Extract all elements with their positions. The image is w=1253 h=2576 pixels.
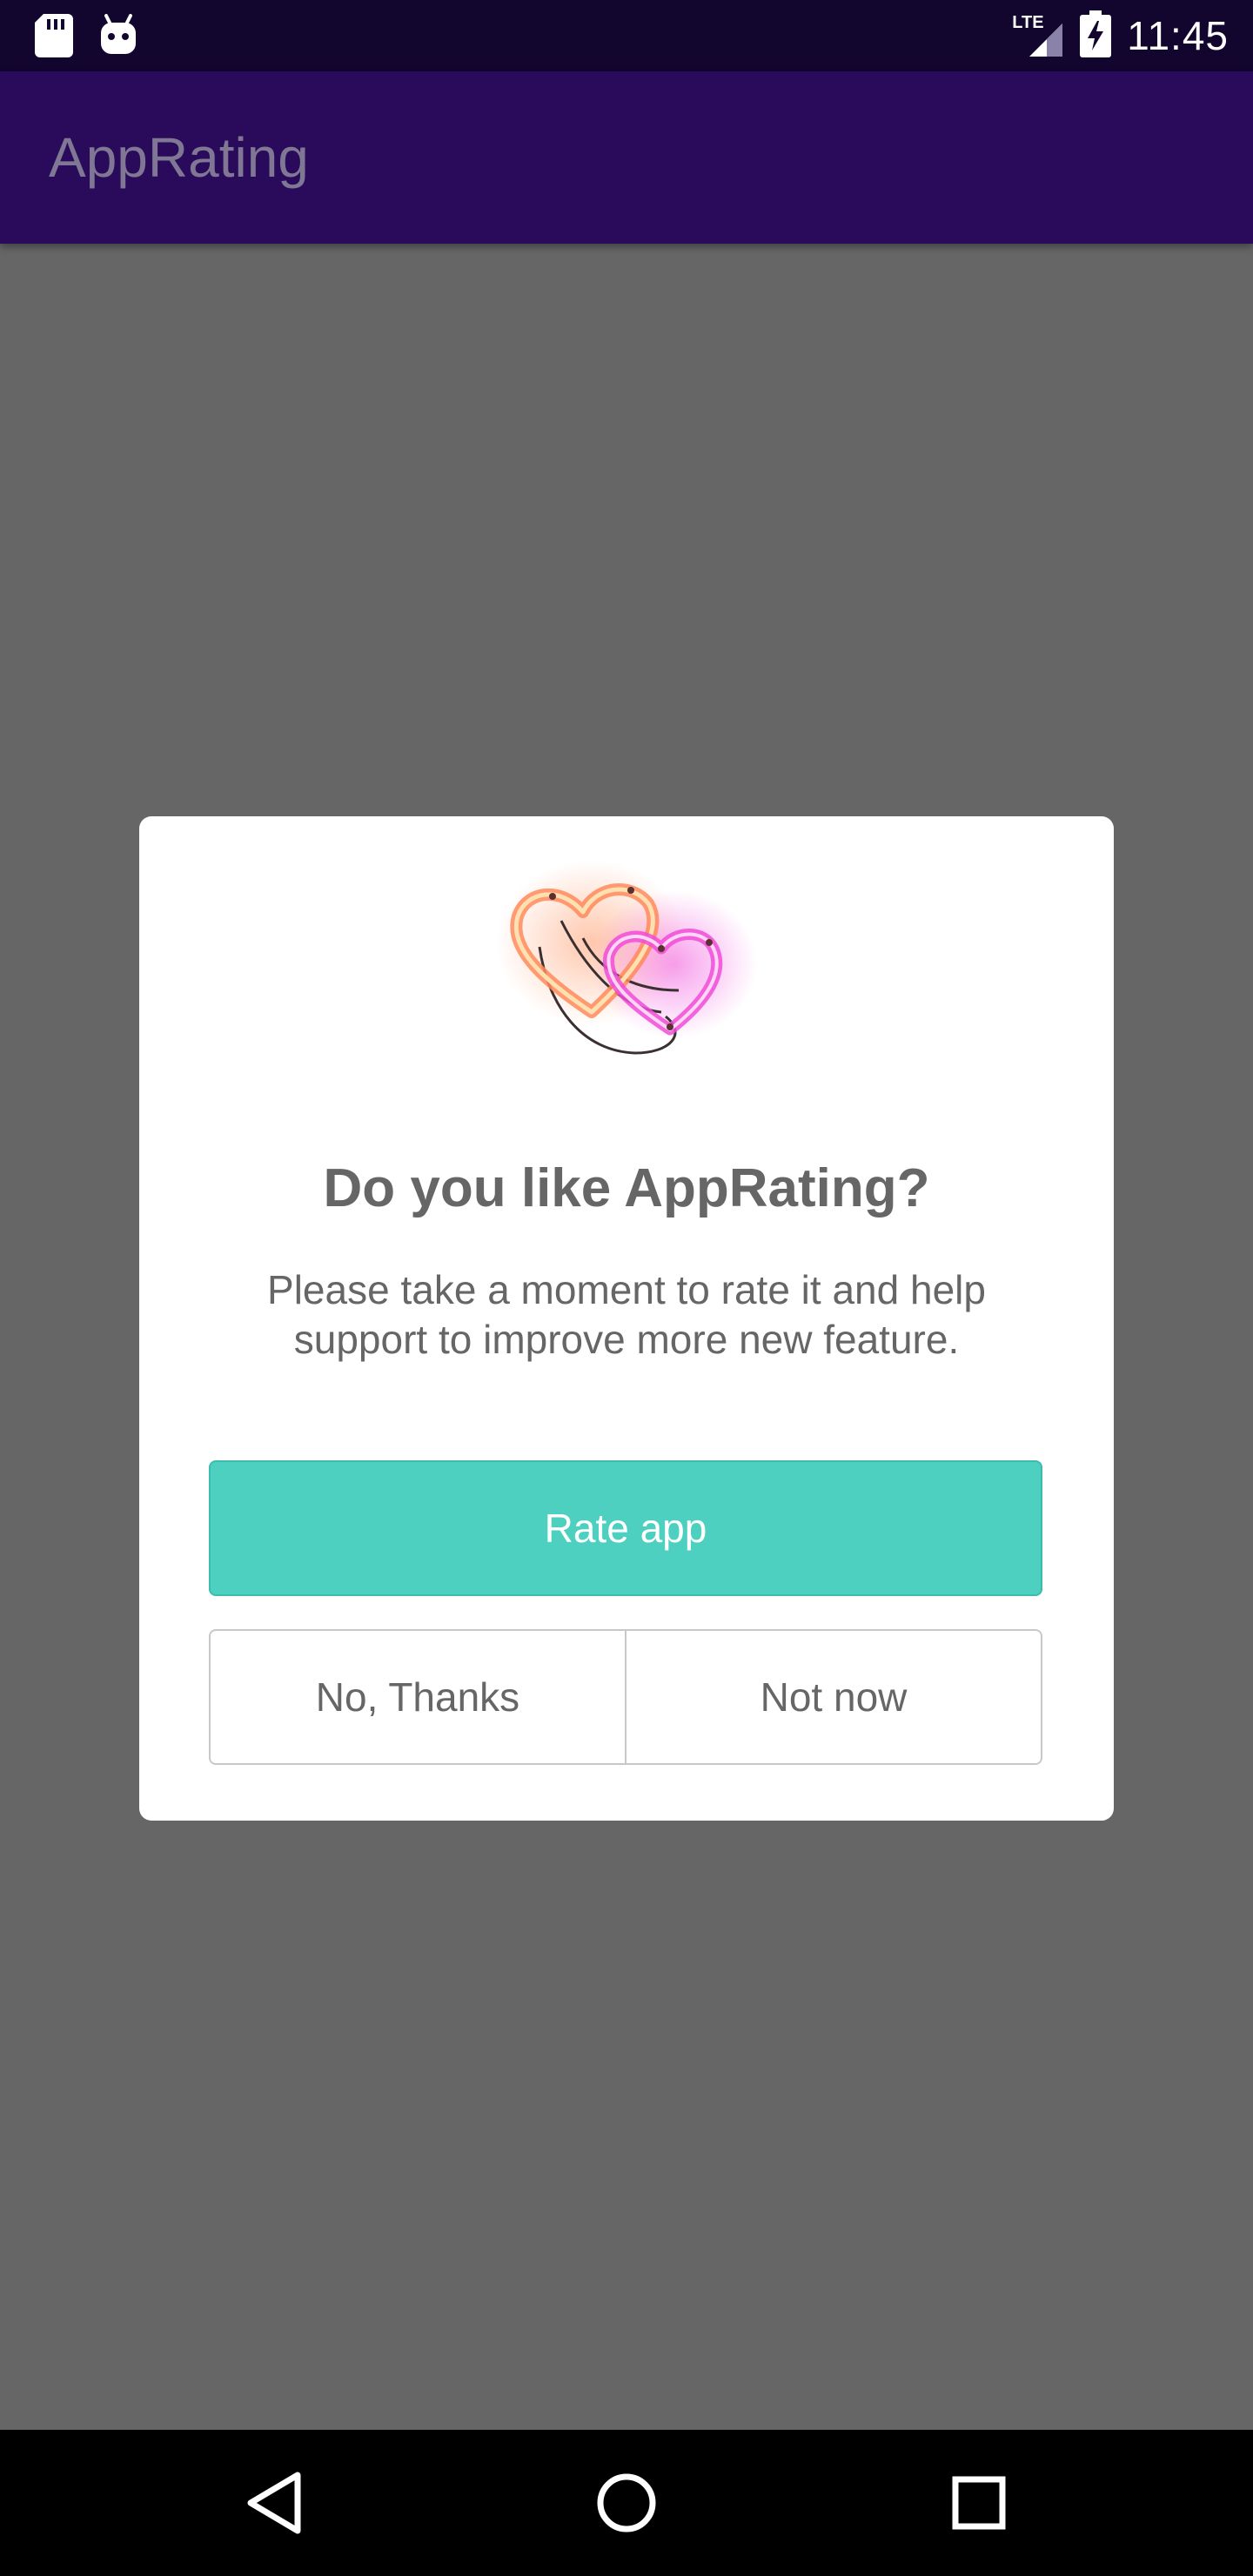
home-icon[interactable] xyxy=(583,2459,670,2546)
status-right-icons: LTE 11:45 xyxy=(1012,0,1229,71)
android-icon xyxy=(99,14,137,62)
dialog-message-line-1: Please take a moment to rate it and help xyxy=(267,1267,986,1312)
not-now-button[interactable]: Not now xyxy=(626,1631,1041,1763)
status-time: 11:45 xyxy=(1127,13,1229,58)
status-left-icons xyxy=(35,14,137,62)
battery-charging-icon xyxy=(1080,10,1112,62)
app-bar: AppRating xyxy=(0,71,1253,244)
neon-hearts-icon xyxy=(487,860,766,1077)
navigation-bar xyxy=(0,2430,1253,2576)
secondary-buttons-row: No, Thanks Not now xyxy=(209,1629,1042,1765)
dialog-title: Do you like AppRating? xyxy=(323,1158,930,1218)
back-icon[interactable] xyxy=(231,2459,318,2546)
status-bar: LTE 11:45 xyxy=(0,0,1253,71)
no-thanks-button[interactable]: No, Thanks xyxy=(211,1631,626,1763)
app-title: AppRating xyxy=(49,126,309,189)
signal-icon: LTE xyxy=(1012,13,1064,58)
rating-dialog: Do you like AppRating? Please take a mom… xyxy=(139,816,1114,1821)
dialog-message-line-2: support to improve more new feature. xyxy=(293,1317,960,1362)
rate-app-button[interactable]: Rate app xyxy=(209,1460,1042,1596)
sd-card-icon xyxy=(35,14,73,62)
recents-icon[interactable] xyxy=(935,2459,1022,2546)
dialog-message: Please take a moment to rate it and help… xyxy=(209,1265,1044,1365)
